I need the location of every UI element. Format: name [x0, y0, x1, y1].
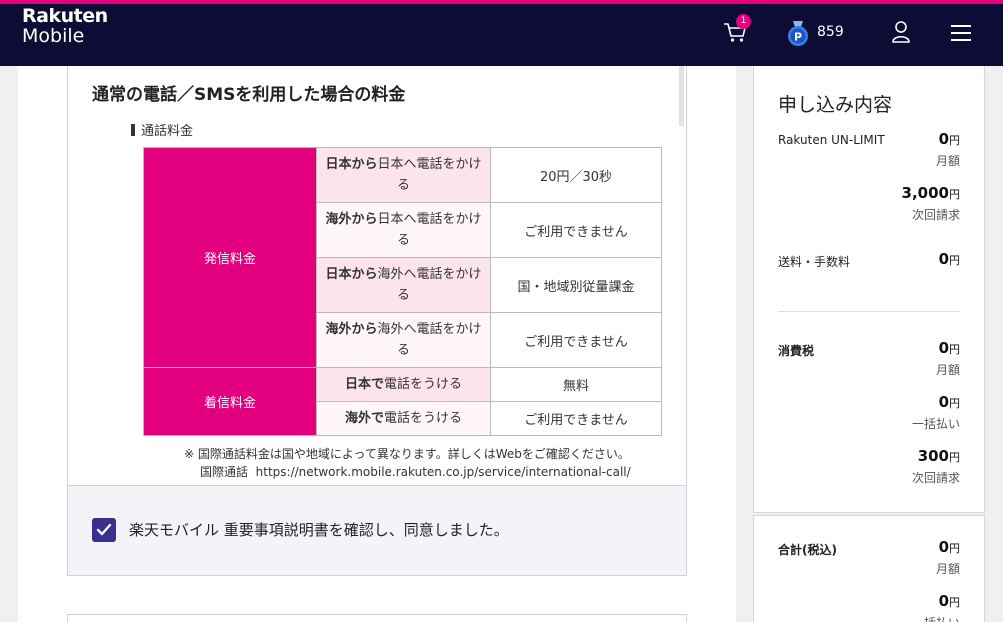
- shipping-fee-label: 送料・手数料: [778, 255, 851, 269]
- cart-count-badge: 1: [736, 14, 751, 29]
- logo-line1: Rakuten: [22, 5, 108, 27]
- plan-name: Rakuten UN-LIMIT: [778, 133, 885, 147]
- total-label: 合計(税込): [778, 543, 837, 557]
- call-rate-table: 発信料金 日本から日本へ電話をかける 20円／30秒 海外から日本へ電話をかける…: [143, 147, 662, 436]
- logo-line2: Mobile: [22, 25, 85, 47]
- rate-value-cell: ご利用できません: [490, 401, 662, 436]
- tax-next-bill-amount: 300円: [917, 447, 960, 465]
- points-icon[interactable]: P: [787, 21, 809, 47]
- menu-line: [951, 39, 971, 41]
- total-lump-amount: 0円: [938, 592, 960, 610]
- menu-line: [951, 32, 971, 34]
- rate-value-cell: 国・地域別従量課金: [490, 257, 662, 313]
- rate-value-cell: ご利用できません: [490, 312, 662, 368]
- tax-lump-caption: 一括払い: [911, 417, 960, 431]
- table-row: 着信料金 日本で電話をうける 無料: [143, 367, 662, 436]
- call-fee-title: 通常の電話／SMSを利用した場合の料金: [92, 85, 406, 105]
- international-call-link-label: 国際通話: [200, 465, 249, 479]
- international-call-link[interactable]: https://network.mobile.rakuten.co.jp/ser…: [256, 465, 631, 479]
- rate-value-cell: 無料: [490, 367, 662, 402]
- checkmark-icon: [96, 523, 112, 536]
- international-rate-note: ※ 国際通話料金は国や地域によって異なります。詳しくはWebをご確認ください。: [184, 447, 630, 461]
- agreement-label[interactable]: 楽天モバイル 重要事項説明書を確認し、同意しました。: [129, 519, 509, 540]
- international-call-link-row: 国際通話 https://network.mobile.rakuten.co.j…: [200, 463, 631, 480]
- menu-line: [951, 25, 971, 27]
- rate-value-cell: ご利用できません: [490, 202, 662, 258]
- plan-next-bill-caption: 次回請求: [911, 208, 960, 222]
- next-section-card: [67, 614, 687, 622]
- agreement-checkbox[interactable]: [92, 518, 116, 542]
- summary-divider: [778, 311, 960, 312]
- tax-label: 消費税: [778, 344, 815, 358]
- hamburger-menu-icon[interactable]: [951, 25, 971, 41]
- total-lump-caption: 一括払い: [912, 614, 960, 622]
- route-label-cell: 日本から日本へ電話をかける: [316, 147, 491, 203]
- route-label-cell: 海外で電話をうける: [316, 401, 491, 436]
- route-label-cell: 日本で電話をうける: [316, 367, 491, 402]
- tax-monthly-caption: 月額: [935, 363, 960, 377]
- tax-monthly-amount: 0円: [938, 339, 960, 357]
- svg-text:P: P: [794, 31, 802, 44]
- route-label-cell: 海外から海外へ電話をかける: [316, 312, 491, 368]
- shipping-fee-amount: 0円: [938, 250, 960, 268]
- site-header: [0, 4, 1003, 66]
- tax-lump-amount: 0円: [938, 393, 960, 411]
- summary-title: 申し込み内容: [778, 94, 893, 116]
- subtitle-text: 通話料金: [141, 124, 194, 139]
- rate-value-cell: 20円／30秒: [490, 147, 662, 203]
- plan-monthly-caption: 月額: [935, 154, 960, 168]
- subtitle-bar: [131, 124, 135, 136]
- rakuten-mobile-logo[interactable]: Rakuten Mobile: [22, 6, 108, 46]
- plan-monthly-amount: 0円: [938, 130, 960, 148]
- panel-scrollbar[interactable]: [679, 66, 684, 126]
- call-fee-subtitle: 通話料金: [131, 120, 193, 139]
- table-row: 発信料金 日本から日本へ電話をかける 20円／30秒: [143, 147, 662, 368]
- points-balance[interactable]: 859: [817, 24, 844, 40]
- outgoing-category-cell: 発信料金: [143, 147, 317, 368]
- user-account-icon[interactable]: [891, 21, 911, 43]
- incoming-category-cell: 着信料金: [143, 367, 317, 436]
- tax-next-bill-caption: 次回請求: [911, 471, 960, 485]
- route-label-cell: 日本から海外へ電話をかける: [316, 257, 491, 313]
- plan-next-bill-amount: 3,000円: [901, 184, 960, 202]
- total-monthly-caption: 月額: [935, 562, 960, 576]
- route-label-cell: 海外から日本へ電話をかける: [316, 202, 491, 258]
- total-monthly-amount: 0円: [938, 538, 960, 556]
